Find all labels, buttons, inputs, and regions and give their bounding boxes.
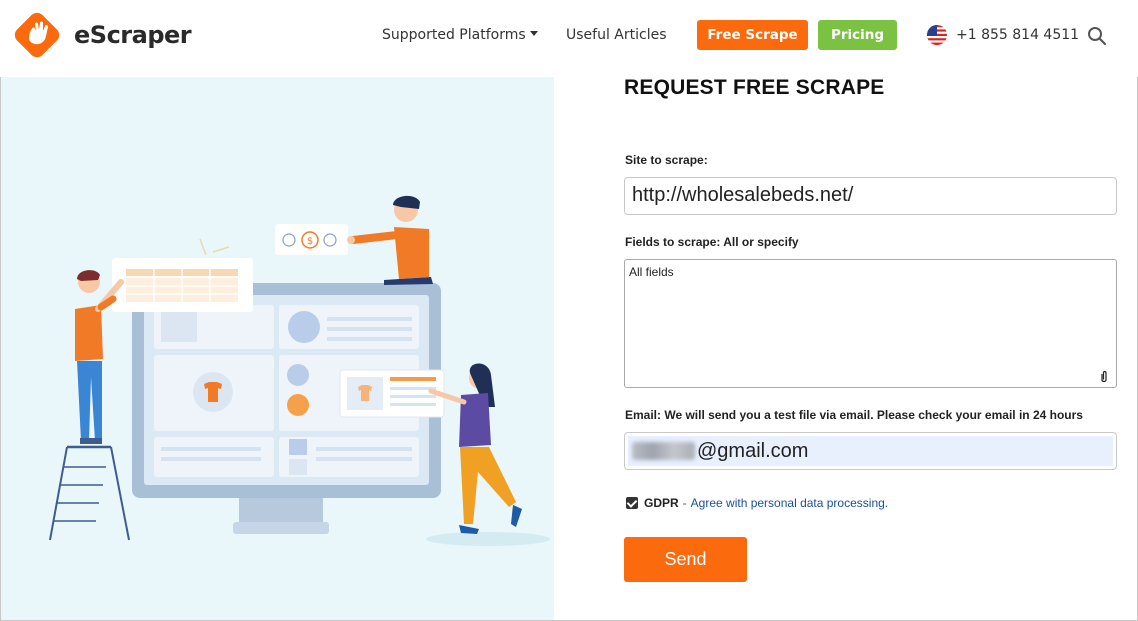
svg-text:$: $ — [307, 236, 313, 247]
search-icon[interactable] — [1087, 26, 1107, 46]
site-to-scrape-label: Site to scrape: — [625, 153, 708, 167]
send-button[interactable]: Send — [624, 537, 747, 582]
hero-illustration: $ — [1, 77, 554, 620]
pricing-button[interactable]: Pricing — [818, 20, 897, 50]
gdpr-checkbox[interactable] — [626, 497, 638, 509]
gdpr-label: GDPR — [644, 496, 679, 510]
form-title: REQUEST FREE SCRAPE — [624, 76, 885, 99]
email-label: Email: We will send you a test file via … — [625, 408, 1083, 422]
fields-to-scrape-textarea[interactable]: All fields — [624, 259, 1117, 388]
gdpr-consent-link[interactable]: Agree with personal data processing. — [691, 496, 888, 510]
us-flag-icon[interactable] — [927, 25, 947, 45]
logo-link[interactable]: eScraper — [12, 12, 192, 58]
email-input[interactable]: @gmail.com — [624, 432, 1117, 470]
redacted-email-user — [632, 442, 695, 460]
caret-down-icon — [529, 30, 538, 36]
hand-logo-icon — [12, 12, 62, 58]
nav-useful-articles[interactable]: Useful Articles — [566, 27, 667, 43]
nav-supported-platforms-label: Supported Platforms — [382, 27, 526, 43]
fields-to-scrape-value: All fields — [629, 265, 674, 279]
site-header: eScraper Supported Platforms Useful Arti… — [0, 0, 1138, 77]
brand-name: eScraper — [74, 21, 192, 49]
gdpr-separator: - — [682, 496, 687, 510]
paperclip-icon[interactable] — [1099, 370, 1109, 384]
gdpr-consent: GDPR - Agree with personal data processi… — [626, 496, 888, 510]
site-to-scrape-input[interactable]: http://wholesalebeds.net/ — [624, 177, 1117, 215]
scraping-people-illustration: $ — [49, 195, 550, 546]
free-scrape-button[interactable]: Free Scrape — [697, 20, 808, 50]
email-domain: @gmail.com — [697, 439, 809, 462]
fields-to-scrape-label: Fields to scrape: All or specify — [625, 235, 799, 249]
phone-number[interactable]: +1 855 814 4511 — [956, 27, 1079, 43]
email-input-field[interactable]: @gmail.com — [628, 436, 1113, 466]
nav-supported-platforms[interactable]: Supported Platforms — [382, 27, 538, 43]
